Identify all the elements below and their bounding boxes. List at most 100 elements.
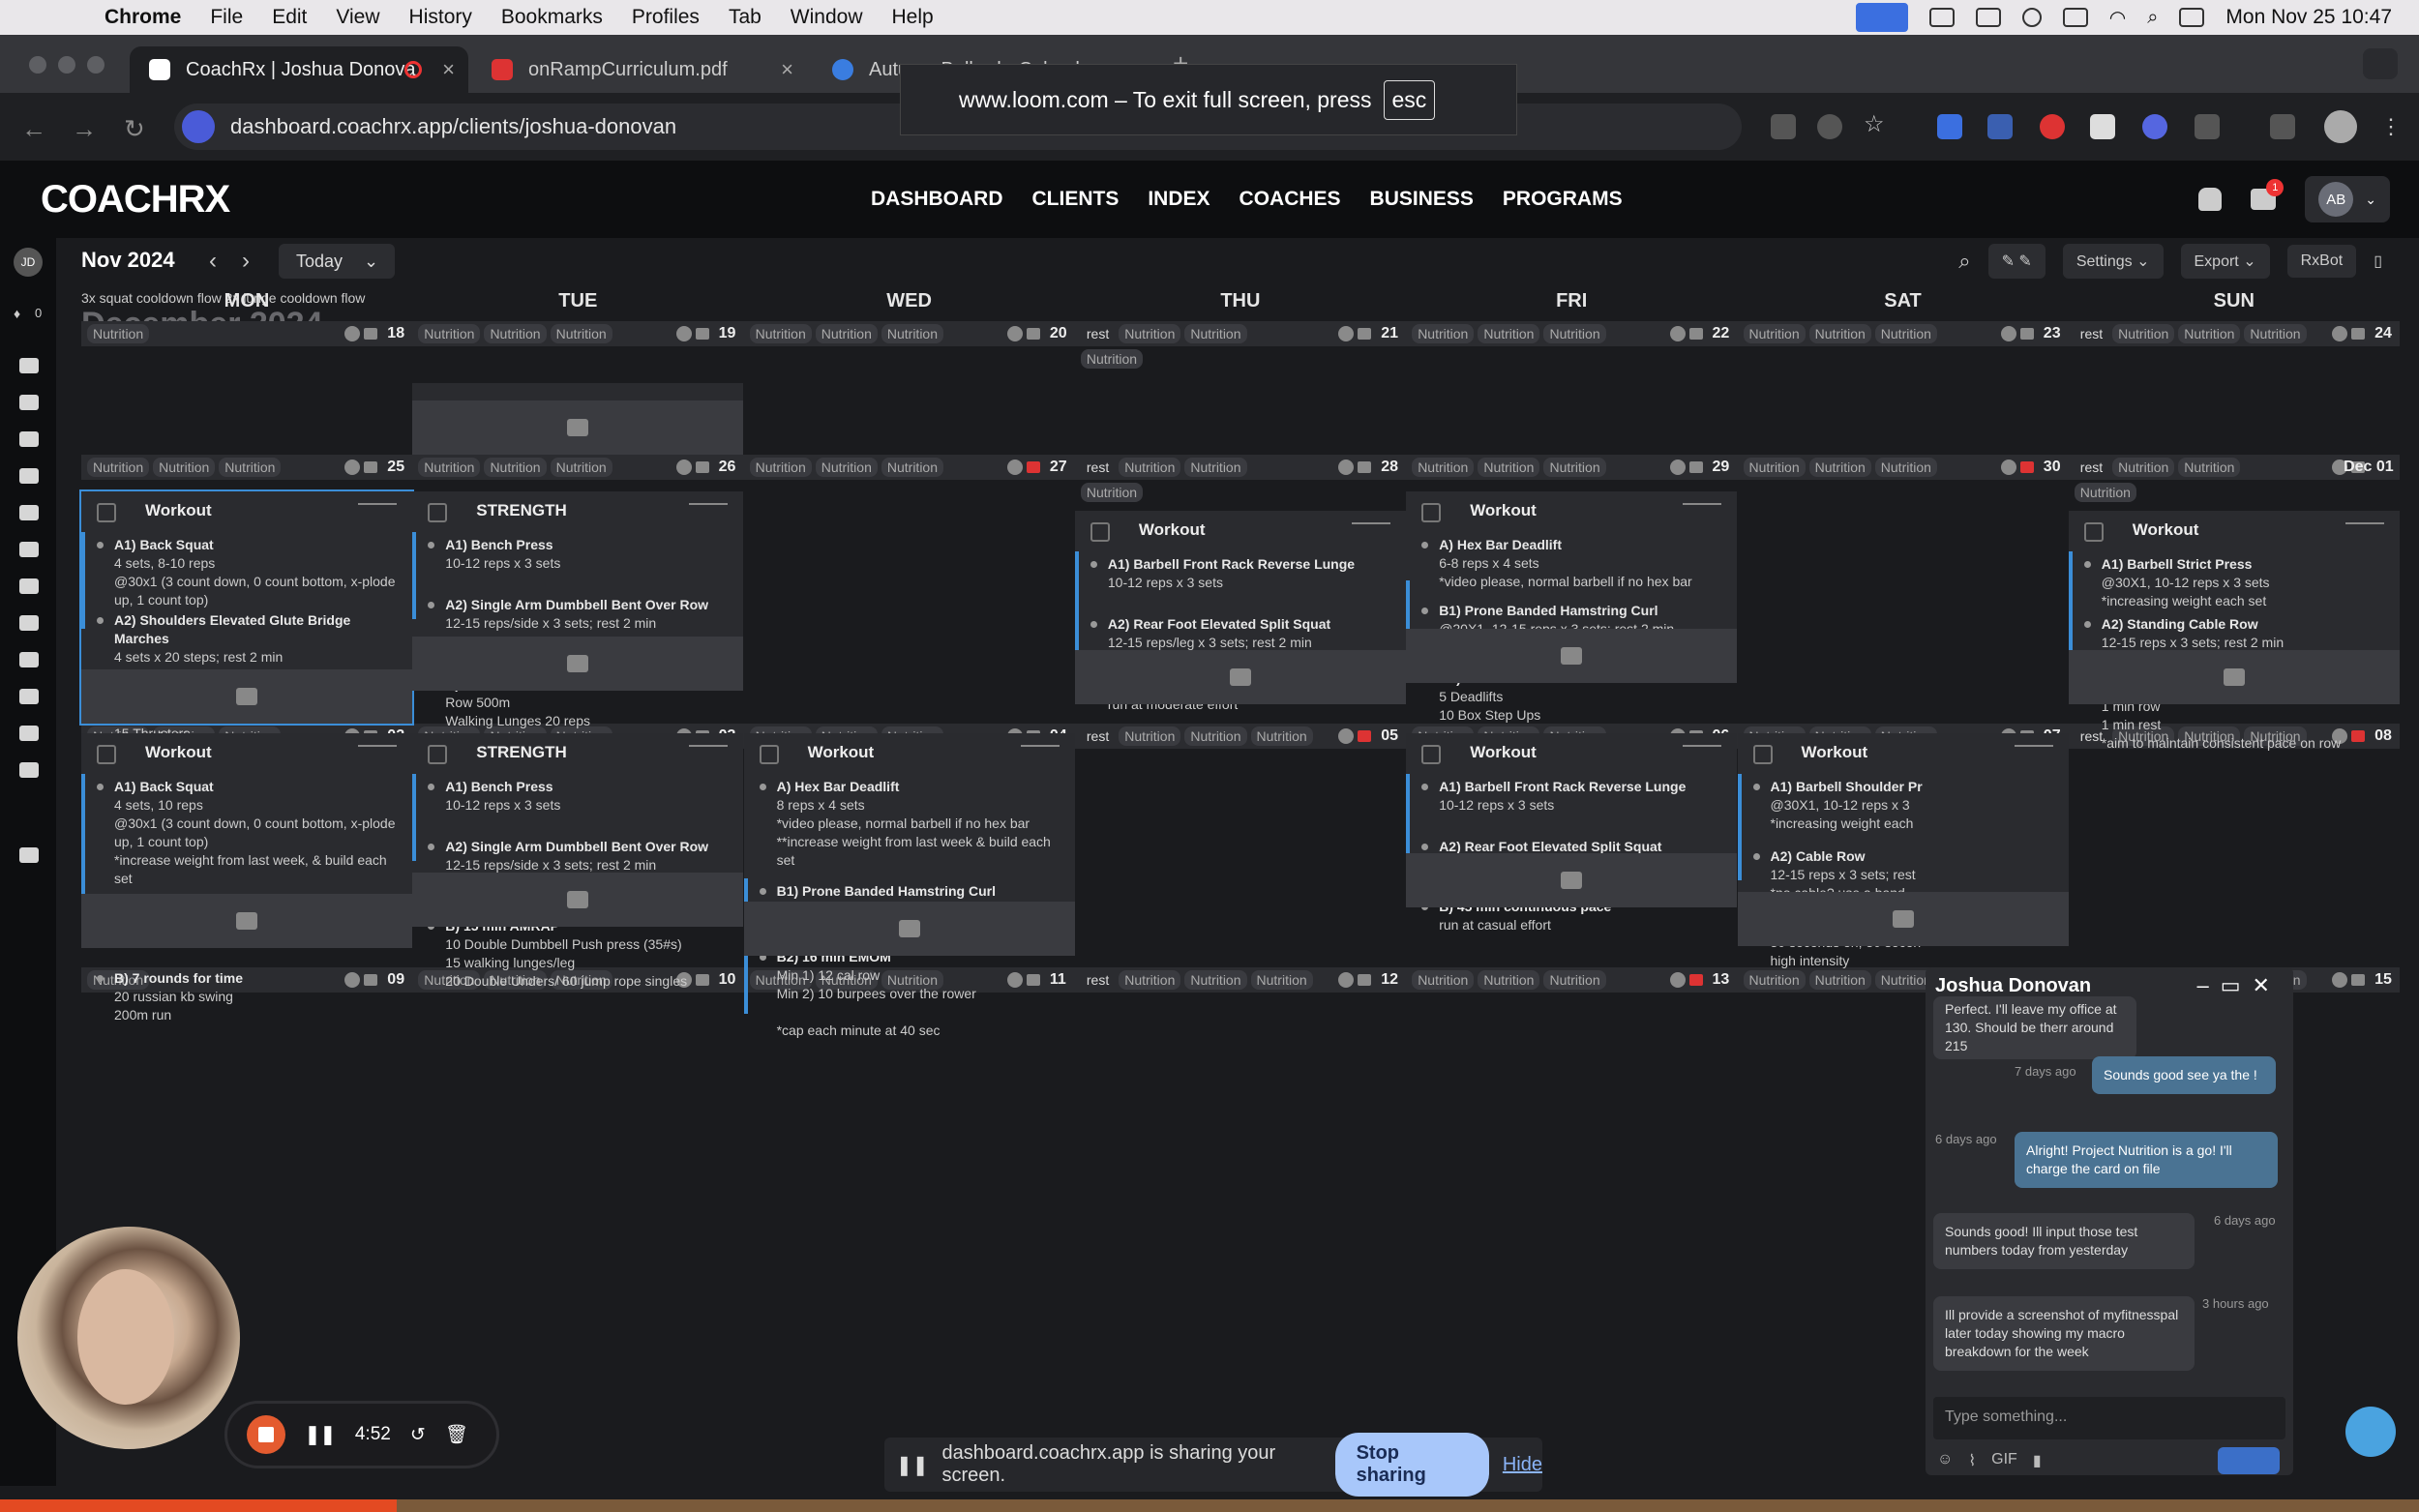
nutrition-tag[interactable]: Nutrition xyxy=(2178,458,2241,477)
note-icon[interactable] xyxy=(1026,328,1040,340)
menu-view[interactable]: View xyxy=(336,6,379,29)
nutrition-tag[interactable]: Nutrition xyxy=(1184,458,1247,477)
messages-icon[interactable]: 1 xyxy=(2251,179,2285,210)
comment-bar[interactable] xyxy=(412,873,744,927)
forward-icon[interactable]: → xyxy=(72,114,97,144)
menu-edit[interactable]: Edit xyxy=(272,6,307,29)
card-actions-icon[interactable] xyxy=(1683,503,1722,519)
workout-card[interactable]: Workout A) Hex Bar Deadlift 8 reps x 4 set… xyxy=(743,733,1075,1038)
window-minimize-button[interactable] xyxy=(58,56,75,74)
add-icon[interactable] xyxy=(2000,460,2016,475)
back-icon[interactable]: ← xyxy=(21,114,46,144)
note-icon[interactable] xyxy=(1026,461,1040,473)
menu-help[interactable]: Help xyxy=(892,6,934,29)
stop-record-button[interactable] xyxy=(247,1415,285,1454)
nutrition-tag[interactable]: Nutrition xyxy=(87,324,150,343)
exercise-item[interactable]: A2) Single Arm Dumbbell Bent Over Row 12-… xyxy=(428,596,733,633)
nutrition-tag[interactable]: Nutrition xyxy=(1080,349,1144,369)
comment-bar[interactable] xyxy=(81,894,412,948)
menu-window[interactable]: Window xyxy=(791,6,863,29)
nutrition-tag[interactable]: Nutrition xyxy=(1119,726,1181,746)
nutrition-tag[interactable]: Nutrition xyxy=(1478,970,1540,990)
emoji-icon[interactable]: ☺ xyxy=(1937,1451,1953,1470)
note-icon[interactable] xyxy=(364,328,378,340)
notion-icon[interactable] xyxy=(2090,114,2115,139)
comment-bar[interactable] xyxy=(1074,650,1406,704)
note-icon[interactable] xyxy=(695,461,709,473)
nav-programs[interactable]: PROGRAMS xyxy=(1503,188,1623,211)
note-icon[interactable] xyxy=(1688,328,1703,340)
card-actions-icon[interactable] xyxy=(2014,745,2053,760)
screen-share-icon[interactable] xyxy=(1855,3,1908,32)
workout-checkbox[interactable] xyxy=(2083,522,2104,542)
menu-app-name[interactable]: Chrome xyxy=(105,6,181,29)
workout-checkbox[interactable] xyxy=(1090,522,1110,542)
comment-icon[interactable] xyxy=(1561,647,1583,665)
add-icon[interactable] xyxy=(1669,326,1686,341)
search-icon[interactable]: ⌕ xyxy=(1958,249,1970,274)
exercise-item[interactable]: B2) 16 min EMOM Min 1) 12 cal row Min 2) … xyxy=(759,948,1065,1040)
key-icon[interactable] xyxy=(1771,114,1796,139)
window-zoom-button[interactable] xyxy=(87,56,105,74)
note-icon[interactable] xyxy=(1358,974,1372,986)
rest-tag[interactable]: rest xyxy=(1081,458,1115,477)
comment-icon[interactable] xyxy=(898,920,920,937)
status-icon[interactable] xyxy=(1928,8,1955,27)
close-icon[interactable]: × xyxy=(781,57,793,82)
nutrition-tag[interactable]: Nutrition xyxy=(1119,970,1181,990)
extension-icon[interactable] xyxy=(2142,114,2167,139)
add-icon[interactable] xyxy=(1669,972,1686,988)
close-icon[interactable]: × xyxy=(442,57,455,82)
nutrition-tag[interactable]: Nutrition xyxy=(1184,726,1247,746)
drag-handle-icon[interactable]: ❚❚ xyxy=(896,1453,929,1477)
export-dropdown[interactable]: Export ⌄ xyxy=(2180,244,2270,279)
add-icon[interactable] xyxy=(675,326,692,341)
note-icon[interactable] xyxy=(1688,461,1703,473)
nutrition-tag[interactable]: Nutrition xyxy=(1743,324,1806,343)
card-actions-icon[interactable] xyxy=(358,503,397,519)
send-button[interactable] xyxy=(2218,1447,2280,1474)
comment-icon[interactable] xyxy=(567,419,589,436)
gif-button[interactable]: GIF xyxy=(1991,1451,2017,1470)
menu-tab[interactable]: Tab xyxy=(729,6,762,29)
nutrition-tag[interactable]: Nutrition xyxy=(749,324,812,343)
workout-card[interactable]: Workout A1) Barbell Strict Press @30X1, 10… xyxy=(2068,511,2400,751)
tab-coachrx[interactable]: CoachRx | Joshua Donova × xyxy=(130,46,468,93)
nutrition-tag[interactable]: Nutrition xyxy=(1412,458,1475,477)
nutrition-tag[interactable]: Nutrition xyxy=(1808,970,1871,990)
add-icon[interactable] xyxy=(1006,326,1023,341)
nutrition-tag[interactable]: Nutrition xyxy=(418,324,481,343)
comment-icon[interactable] xyxy=(2223,668,2245,686)
note-icon[interactable] xyxy=(2019,461,2034,473)
workout-checkbox[interactable] xyxy=(1752,745,1773,764)
nutrition-tag[interactable]: Nutrition xyxy=(87,458,150,477)
exercise-item[interactable]: A1) Barbell Front Rack Reverse Lunge 10-1… xyxy=(1421,778,1727,815)
nutrition-tag[interactable]: Nutrition xyxy=(484,458,547,477)
exercise-item[interactable]: A1) Bench Press 10-12 reps x 3 sets xyxy=(428,536,733,573)
comment-bar[interactable] xyxy=(2068,650,2400,704)
add-icon[interactable] xyxy=(2332,972,2348,988)
comment-bar[interactable] xyxy=(412,637,744,691)
users-icon[interactable] xyxy=(19,468,39,484)
profile-avatar[interactable] xyxy=(2324,110,2357,143)
link-toggle[interactable]: ✎ ✎ xyxy=(1987,244,2046,279)
user-settings-icon[interactable] xyxy=(19,762,39,778)
nutrition-tag[interactable]: Nutrition xyxy=(153,458,216,477)
bell-icon[interactable] xyxy=(2198,188,2223,211)
workout-card[interactable]: STRENGTH A1) Bench Press 10-12 reps x 3 se… xyxy=(412,491,744,747)
extension-icon[interactable] xyxy=(1987,114,2013,139)
comment-bar[interactable] xyxy=(412,400,744,455)
rest-tag[interactable]: rest xyxy=(1081,726,1115,746)
pinterest-icon[interactable] xyxy=(2040,114,2065,139)
menu-history[interactable]: History xyxy=(409,6,472,29)
nutrition-tag[interactable]: Nutrition xyxy=(815,458,878,477)
scissors-icon[interactable] xyxy=(19,505,39,520)
coachrx-logo[interactable]: COACHRX xyxy=(41,178,230,222)
prev-month-button[interactable]: ‹ xyxy=(209,248,217,275)
note-icon[interactable] xyxy=(364,461,378,473)
extension-icon[interactable] xyxy=(1937,114,1962,139)
display-icon[interactable] xyxy=(1975,8,2001,27)
workout-card[interactable]: Workout A1) Barbell Shoulder Pr @30X1, 10-… xyxy=(1737,733,2069,968)
workout-checkbox[interactable] xyxy=(97,745,116,764)
nutrition-tag[interactable]: Nutrition xyxy=(1478,324,1540,343)
